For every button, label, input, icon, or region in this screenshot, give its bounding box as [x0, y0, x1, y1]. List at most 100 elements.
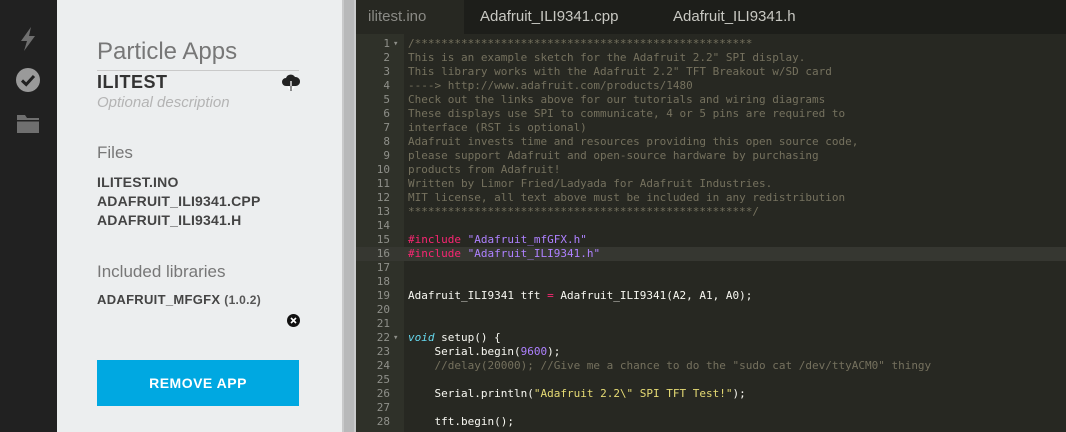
line-number: 12 [376, 191, 390, 204]
files-heading: Files [97, 143, 133, 162]
tab-adafruit-ili9341-cpp[interactable]: Adafruit_ILI9341.cpp [468, 0, 630, 34]
code-text: Serial.begin(9600); [408, 345, 560, 359]
fold-toggle-icon[interactable]: ▾ [393, 37, 401, 51]
code-token: interface (RST is optional) [408, 121, 587, 134]
code-token: "Adafruit_ILI9341.h" [467, 247, 601, 260]
app-name[interactable]: ILITEST [97, 72, 168, 93]
panel-scrollbar[interactable] [342, 0, 356, 432]
code-token: Check out the links above for our tutori… [408, 93, 826, 106]
code-text: /***************************************… [408, 37, 752, 51]
code-token: //delay(20000); //Give me a chance to do… [408, 359, 932, 372]
line-number: 22 [376, 331, 390, 344]
line-number: 18 [376, 275, 390, 288]
apps-panel: Particle Apps ILITEST Optional descripti… [57, 0, 342, 432]
line-number: 9 [383, 149, 390, 162]
code-area[interactable]: 1 ▾/*************************************… [356, 34, 1066, 432]
code-line[interactable]: 28 tft.begin(); [356, 415, 1066, 429]
code-token: 9600 [520, 345, 548, 358]
code-token: This is an example sketch for the Adafru… [408, 51, 806, 64]
code-line[interactable]: 15 #include "Adafruit_mfGFX.h" [356, 233, 1066, 247]
file-item[interactable]: ADAFRUIT_ILI9341.CPP [97, 193, 260, 209]
code-line[interactable]: 6 These displays use SPI to communicate, … [356, 107, 1066, 121]
code-line[interactable]: 7 interface (RST is optional) [356, 121, 1066, 135]
code-text: #include "Adafruit_ILI9341.h" [408, 247, 600, 261]
code-line[interactable]: 2 This is an example sketch for the Adafr… [356, 51, 1066, 65]
scrollbar-thumb[interactable] [344, 0, 354, 432]
left-rail [0, 0, 57, 432]
code-text: This is an example sketch for the Adafru… [408, 51, 805, 65]
code-text: This library works with the Adafruit 2.2… [408, 65, 832, 79]
code-line[interactable]: 12 MIT license, all text above must be in… [356, 191, 1066, 205]
flash-icon[interactable] [15, 26, 41, 52]
file-item[interactable]: ADAFRUIT_ILI9341.H [97, 212, 241, 228]
library-item[interactable]: ADAFRUIT_MFGFX (1.0.2) [97, 292, 261, 307]
line-number: 3 [383, 65, 390, 78]
code-line[interactable]: 11 Written by Limor Fried/Ladyada for Ada… [356, 177, 1066, 191]
line-number: 5 [383, 93, 390, 106]
code-token: Written by Limor Fried/Ladyada for Adafr… [408, 177, 773, 190]
fold-toggle-icon[interactable]: ▾ [393, 331, 401, 345]
line-number: 13 [376, 205, 390, 218]
code-line[interactable]: 16 #include "Adafruit_ILI9341.h" [356, 247, 1066, 261]
code-line[interactable]: 9 please support Adafruit and open-source… [356, 149, 1066, 163]
code-text: Serial.println("Adafruit 2.2\" SPI TFT T… [408, 387, 745, 401]
code-text: MIT license, all text above must be incl… [408, 191, 845, 205]
line-number: 11 [376, 177, 390, 190]
code-line[interactable]: 14 [356, 219, 1066, 233]
code-line[interactable]: 21 [356, 317, 1066, 331]
app-description-field[interactable]: Optional description [97, 94, 230, 111]
code-line[interactable]: 19 Adafruit_ILI9341 tft = Adafruit_ILI934… [356, 289, 1066, 303]
code-text: Adafruit_ILI9341 tft = Adafruit_ILI9341(… [408, 289, 752, 303]
verify-icon[interactable] [15, 67, 41, 93]
line-number: 6 [383, 107, 390, 120]
code-text: #include "Adafruit_mfGFX.h" [408, 233, 587, 247]
tab-ilitest-ino[interactable]: ilitest.ino [356, 0, 464, 34]
code-line[interactable]: 26 Serial.println("Adafruit 2.2\" SPI TF… [356, 387, 1066, 401]
code-line[interactable]: 4 ----> http://www.adafruit.com/products/… [356, 79, 1066, 93]
code-line[interactable]: 27 [356, 401, 1066, 415]
folder-icon[interactable] [15, 110, 41, 136]
cloud-download-icon[interactable] [281, 74, 301, 92]
code-line[interactable]: 3 This library works with the Adafruit 2.… [356, 65, 1066, 79]
code-line[interactable]: 17 [356, 261, 1066, 275]
line-number: 24 [376, 359, 390, 372]
code-text: ****************************************… [408, 205, 759, 219]
line-number: 25 [376, 373, 390, 386]
code-line[interactable]: 20 [356, 303, 1066, 317]
code-token: ****************************************… [408, 205, 759, 218]
code-line[interactable]: 24 //delay(20000); //Give me a chance to… [356, 359, 1066, 373]
code-text: These displays use SPI to communicate, 4… [408, 107, 845, 121]
code-line[interactable]: 23 Serial.begin(9600); [356, 345, 1066, 359]
code-text: void setup() { [408, 331, 501, 345]
code-line[interactable]: 13 **************************************… [356, 205, 1066, 219]
code-line[interactable]: 8 Adafruit invests time and resources pro… [356, 135, 1066, 149]
code-editor[interactable]: ilitest.ino Adafruit_ILI9341.cpp Adafrui… [356, 0, 1066, 432]
remove-app-button[interactable]: REMOVE APP [97, 360, 299, 406]
code-line[interactable]: 10 products from Adafruit! [356, 163, 1066, 177]
tab-adafruit-ili9341-h[interactable]: Adafruit_ILI9341.h [661, 0, 808, 34]
line-number: 20 [376, 303, 390, 316]
code-line[interactable]: 25 [356, 373, 1066, 387]
code-token: = [547, 289, 554, 302]
line-number: 1 [383, 37, 390, 50]
file-item[interactable]: ILITEST.INO [97, 174, 179, 190]
line-number: 26 [376, 387, 390, 400]
code-line[interactable]: 22 ▾ void setup() { [356, 331, 1066, 345]
code-token: Adafruit_ILI9341(A2, A1, A0); [553, 289, 753, 302]
line-number: 23 [376, 345, 390, 358]
divider [97, 70, 299, 71]
library-version: (1.0.2) [224, 293, 262, 307]
code-token: ); [547, 345, 561, 358]
code-token: MIT license, all text above must be incl… [408, 191, 846, 204]
code-text: //delay(20000); //Give me a chance to do… [408, 359, 931, 373]
line-number: 7 [383, 121, 390, 134]
line-number: 19 [376, 289, 390, 302]
code-line[interactable]: 5 Check out the links above for our tutor… [356, 93, 1066, 107]
code-token: /***************************************… [408, 37, 753, 50]
line-number: 27 [376, 401, 390, 414]
code-token: These displays use SPI to communicate, 4… [408, 107, 846, 120]
code-line[interactable]: 18 [356, 275, 1066, 289]
remove-library-icon[interactable] [287, 314, 300, 327]
code-line[interactable]: 1 ▾ /*************************************… [356, 37, 1066, 51]
editor-tabs: ilitest.ino Adafruit_ILI9341.cpp Adafrui… [356, 0, 1066, 34]
